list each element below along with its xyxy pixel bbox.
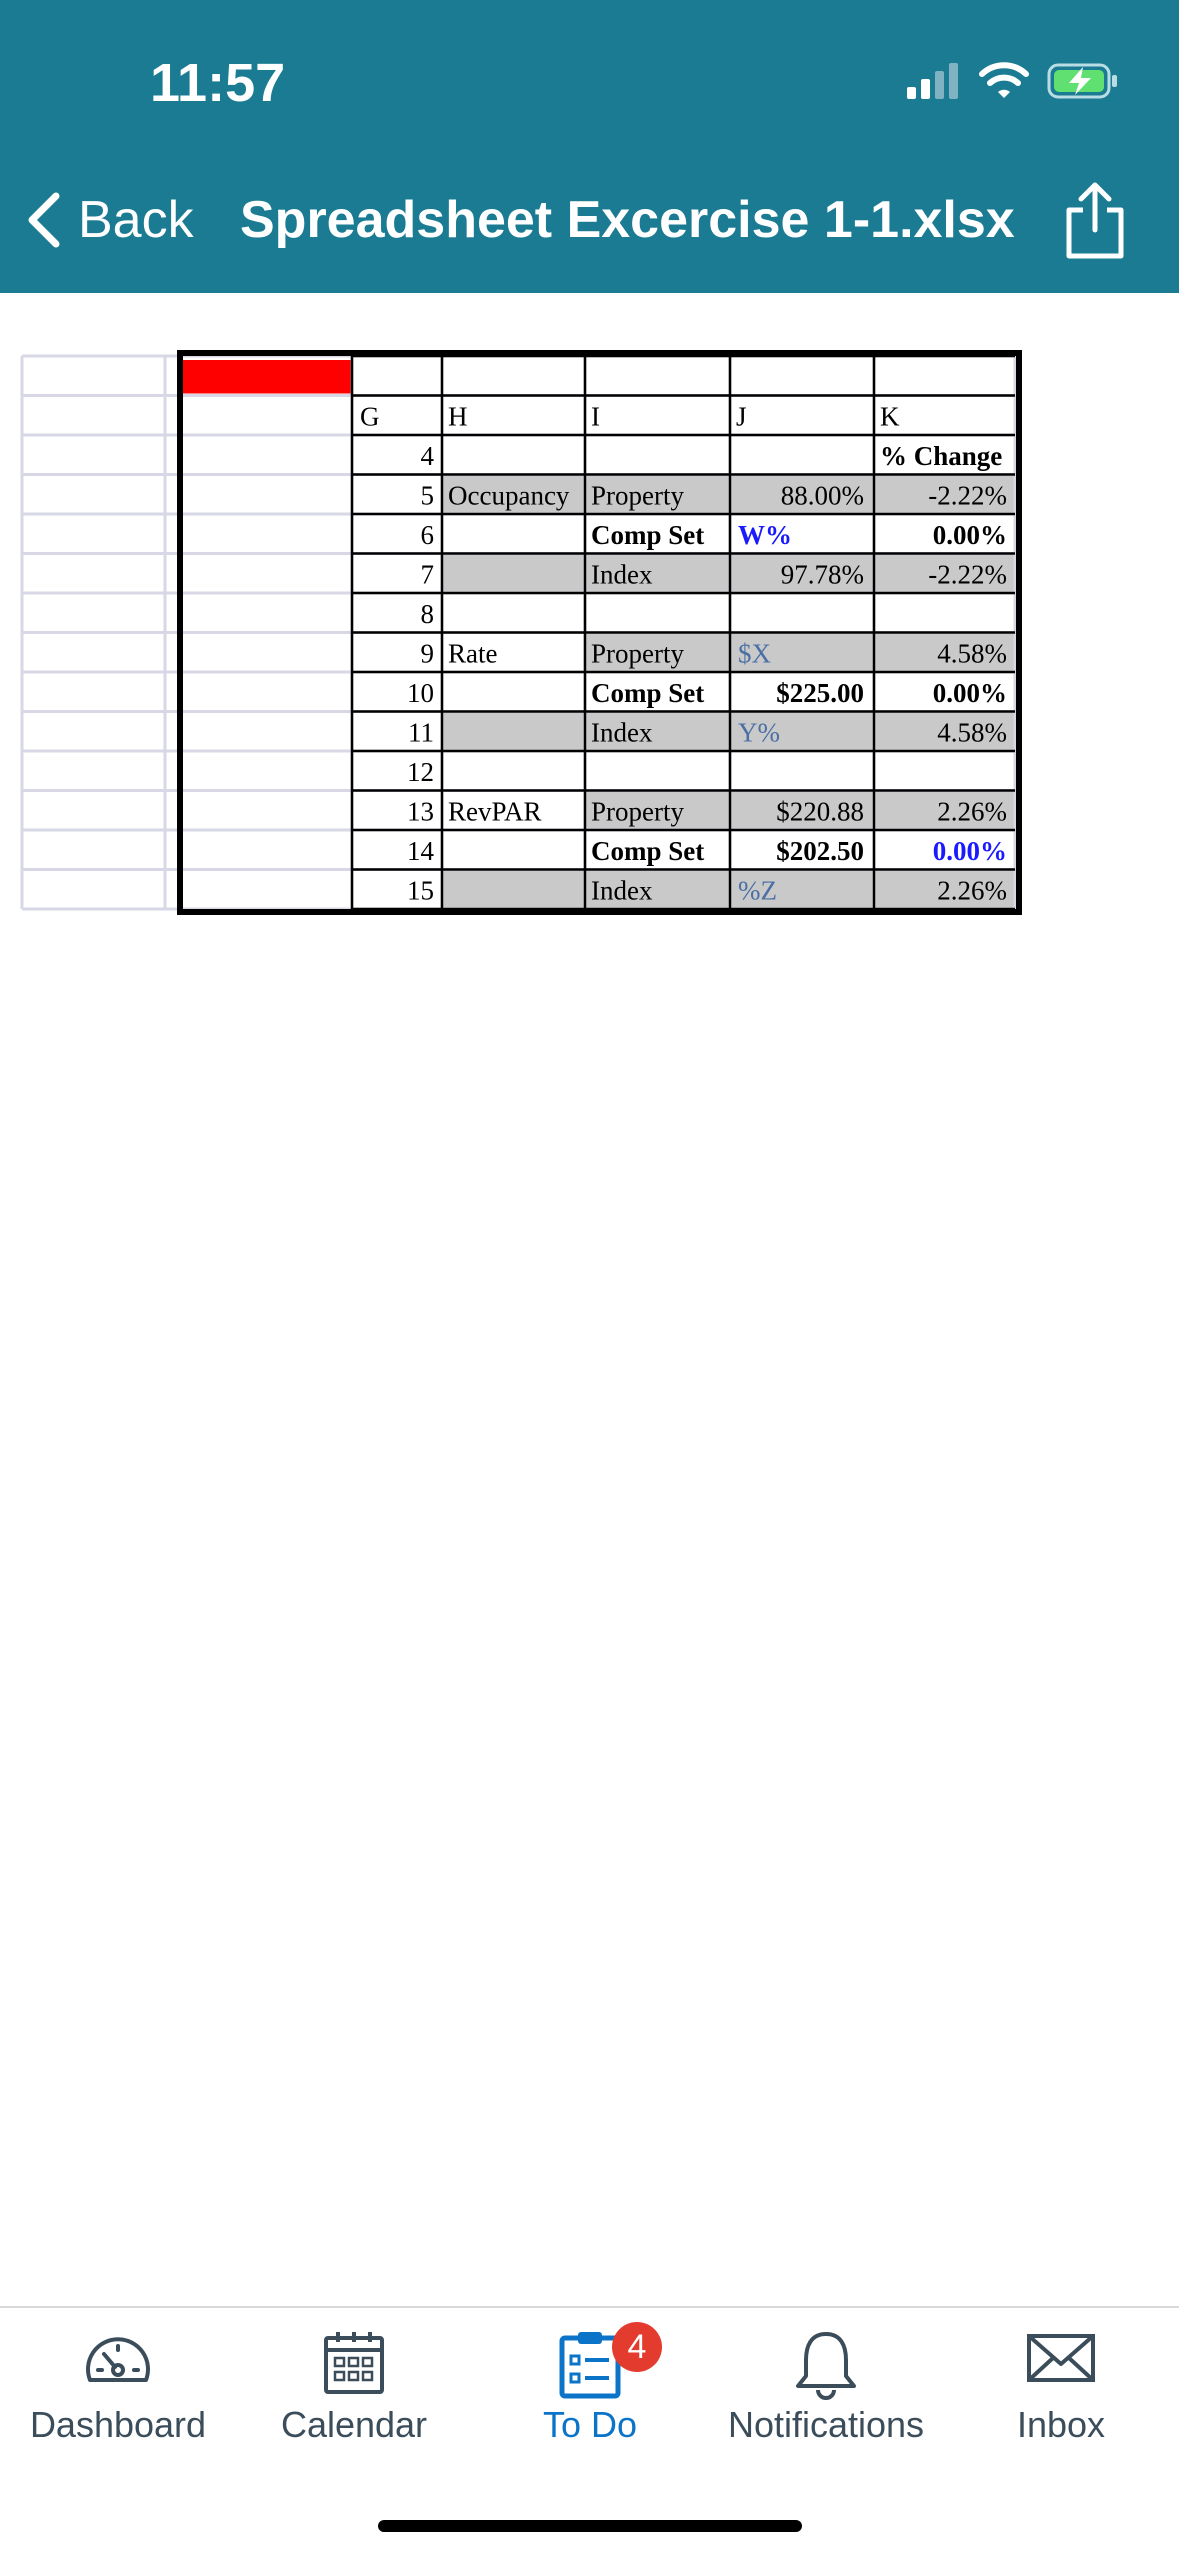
red-highlight-cell	[180, 360, 352, 394]
share-icon	[1066, 182, 1124, 259]
cell-row-label: Comp Set	[591, 520, 704, 550]
spreadsheet-grid: G H I J K 4 % Change 5 Occupancy Property 88.00% -2…	[20, 350, 1022, 915]
back-label: Back	[78, 191, 194, 249]
page-title: Spreadsheet Excercise 1-1.xlsx	[240, 191, 1015, 249]
column-header-j: J	[736, 402, 747, 432]
row-number: 13	[407, 797, 434, 827]
row-number: 15	[407, 876, 434, 906]
cell-row-label: Property	[591, 639, 684, 669]
cell-value: $202.50	[776, 836, 864, 866]
status-time: 11:57	[150, 53, 286, 113]
row-number: 5	[421, 481, 435, 511]
cell-percent-change: 0.00%	[933, 678, 1007, 708]
cell-row-label: Property	[591, 481, 684, 511]
percent-change-header: % Change	[880, 441, 1002, 471]
tab-inbox[interactable]: Inbox	[943, 2308, 1179, 2508]
cell-value: $225.00	[776, 678, 864, 708]
spreadsheet-preview[interactable]: G H I J K 4 % Change 5 Occupancy Property 88.00% -2…	[0, 340, 1179, 945]
cellular-signal-icon	[907, 63, 958, 99]
cell-row-label: Index	[591, 560, 653, 590]
chevron-left-icon	[28, 192, 60, 248]
row-number: 4	[421, 441, 435, 471]
tab-notifications[interactable]: Notifications	[708, 2308, 944, 2508]
cell-percent-change: -2.22%	[928, 481, 1007, 511]
cell-row-label: Comp Set	[591, 678, 704, 708]
cell-metric-label: Occupancy	[448, 481, 570, 511]
status-icons	[905, 62, 1119, 100]
cell-percent-change: 2.26%	[937, 797, 1007, 827]
cell-value: %Z	[738, 876, 777, 906]
row-number: 7	[421, 560, 435, 590]
share-button[interactable]	[1063, 180, 1127, 265]
todo-badge: 4	[612, 2322, 662, 2372]
row-number: 11	[408, 718, 434, 748]
dashboard-gauge-icon	[86, 2337, 150, 2382]
cell-row-label: Index	[591, 876, 653, 906]
cell-value: W%	[738, 520, 792, 550]
cell-row-label: Comp Set	[591, 836, 704, 866]
tab-calendar[interactable]: Calendar	[236, 2308, 472, 2508]
cell-value: 88.00%	[781, 481, 864, 511]
tab-dashboard-label: Dashboard	[29, 2404, 207, 2445]
battery-charging-icon	[1047, 63, 1117, 99]
row-number: 9	[421, 639, 435, 669]
cell-percent-change: 4.58%	[937, 639, 1007, 669]
column-header-g: G	[360, 402, 380, 432]
cell-row-label: Index	[591, 718, 653, 748]
cell-value: $X	[738, 639, 772, 669]
tab-dashboard[interactable]: Dashboard	[0, 2308, 236, 2508]
cell-value: Y%	[738, 718, 780, 748]
cell-value: 97.78%	[781, 560, 864, 590]
tab-inbox-label: Inbox	[1016, 2404, 1106, 2445]
cell-percent-change: 0.00%	[933, 520, 1007, 550]
tab-notifications-label: Notifications	[727, 2404, 925, 2445]
column-header-k: K	[880, 402, 900, 432]
row-number: 10	[407, 678, 434, 708]
cell-metric-label: Rate	[448, 639, 497, 669]
cell-metric-label: RevPAR	[448, 797, 542, 827]
cell-percent-change: -2.22%	[928, 560, 1007, 590]
row-number: 6	[421, 520, 435, 550]
top-bar: 11:57 Back Spreadsheet Excercise 1-1.xls…	[0, 0, 1179, 293]
row-number: 8	[421, 599, 435, 629]
envelope-icon	[1027, 2334, 1095, 2382]
back-button[interactable]: Back	[24, 190, 194, 250]
tab-calendar-label: Calendar	[280, 2404, 428, 2445]
bell-icon	[796, 2332, 856, 2400]
cell-row-label: Property	[591, 797, 684, 827]
row-number: 12	[407, 757, 434, 787]
row-number: 14	[407, 836, 435, 866]
calendar-icon	[324, 2332, 384, 2394]
wifi-icon	[979, 62, 1029, 98]
tab-todo[interactable]: 4 To Do	[472, 2308, 708, 2508]
cell-percent-change: 2.26%	[937, 876, 1007, 906]
column-header-i: I	[591, 402, 600, 432]
home-indicator	[378, 2520, 802, 2532]
cell-value: $220.88	[776, 797, 864, 827]
column-header-h: H	[448, 402, 468, 432]
cell-percent-change: 0.00%	[933, 836, 1007, 866]
cell-percent-change: 4.58%	[937, 718, 1007, 748]
tab-todo-label: To Do	[542, 2404, 638, 2445]
